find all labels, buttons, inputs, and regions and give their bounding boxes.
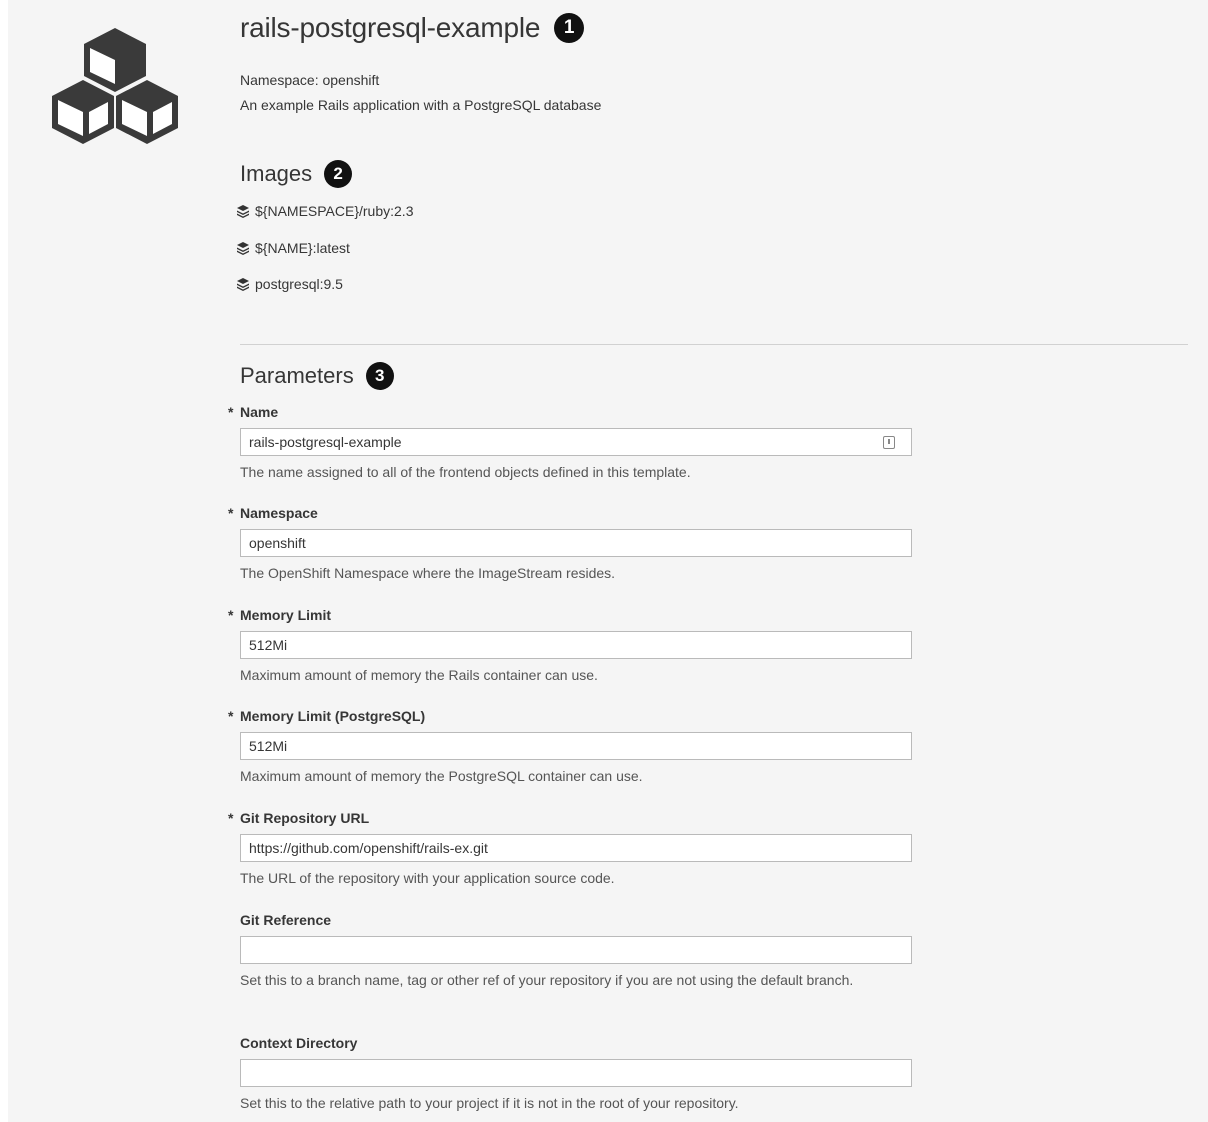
field-help: The OpenShift Namespace where the ImageS… xyxy=(240,565,616,581)
image-label: ${NAME}:latest xyxy=(255,240,350,256)
name-input[interactable]: rails-postgresql-example xyxy=(240,428,912,456)
param-field-memory-limit-postgresql: * Memory Limit (PostgreSQL) 512Mi Maximum… xyxy=(228,706,912,787)
field-label: Git Reference xyxy=(240,912,332,928)
section-divider xyxy=(240,344,1188,345)
required-marker: * xyxy=(228,505,234,521)
param-field-name: * Name rails-postgresql-example The name … xyxy=(228,402,912,483)
image-label: ${NAMESPACE}/ruby:2.3 xyxy=(255,203,414,219)
template-title: rails-postgresql-example xyxy=(240,12,541,43)
required-marker: * xyxy=(228,404,234,420)
namespace-input[interactable]: openshift xyxy=(240,529,912,557)
field-label: Memory Limit xyxy=(240,607,332,623)
param-field-git-reference: Git Reference Set this to a branch name,… xyxy=(240,910,912,991)
field-label: Name xyxy=(240,404,279,420)
git-repository-url-input[interactable]: https://github.com/openshift/rails-ex.gi… xyxy=(240,834,912,862)
required-marker: * xyxy=(228,810,234,826)
callout-3-badge: 3 xyxy=(365,362,394,390)
image-item: postgresql:9.5 xyxy=(236,276,343,292)
field-label: Context Directory xyxy=(240,1035,358,1051)
images-heading: Images xyxy=(240,161,313,186)
parameters-heading: Parameters xyxy=(240,363,354,388)
layers-icon xyxy=(237,242,249,255)
field-info-icon[interactable] xyxy=(883,436,895,449)
template-details-panel: rails-postgresql-example 1 Namespace: op… xyxy=(8,0,1208,1122)
git-reference-input[interactable] xyxy=(240,936,912,964)
field-help: The URL of the repository with your appl… xyxy=(240,870,615,886)
layers-icon xyxy=(237,278,249,291)
template-cubes-icon xyxy=(52,28,178,144)
param-field-namespace: * Namespace openshift The OpenShift Names… xyxy=(228,503,912,584)
image-item: ${NAMESPACE}/ruby:2.3 xyxy=(236,203,413,219)
template-description: An example Rails application with a Post… xyxy=(240,97,602,113)
template-namespace: Namespace: openshift xyxy=(240,72,380,88)
callout-2-badge: 2 xyxy=(324,160,353,188)
callout-1-badge: 1 xyxy=(554,13,585,43)
param-field-context-directory: Context Directory Set this to the relati… xyxy=(240,1033,912,1114)
required-marker: * xyxy=(228,708,234,724)
param-field-memory-limit: * Memory Limit 512Mi Maximum amount of me… xyxy=(228,605,912,686)
field-label: Git Repository URL xyxy=(240,810,370,826)
image-item: ${NAME}:latest xyxy=(236,240,350,256)
required-marker: * xyxy=(228,607,234,623)
context-directory-input[interactable] xyxy=(240,1059,912,1087)
memory-limit-postgresql-input[interactable]: 512Mi xyxy=(240,732,912,760)
image-label: postgresql:9.5 xyxy=(255,276,343,292)
memory-limit-input[interactable]: 512Mi xyxy=(240,631,912,659)
param-field-git-repository-url: * Git Repository URL https://github.com/o… xyxy=(228,808,912,889)
field-label: Memory Limit (PostgreSQL) xyxy=(240,708,426,724)
field-help: The name assigned to all of the frontend… xyxy=(240,464,691,480)
field-help: Maximum amount of memory the PostgreSQL … xyxy=(240,768,643,784)
field-help: Set this to the relative path to your pr… xyxy=(240,1095,739,1111)
field-help: Set this to a branch name, tag or other … xyxy=(240,972,854,988)
layers-icon xyxy=(237,205,249,218)
field-label: Namespace xyxy=(240,505,318,521)
field-help: Maximum amount of memory the Rails conta… xyxy=(240,667,598,683)
